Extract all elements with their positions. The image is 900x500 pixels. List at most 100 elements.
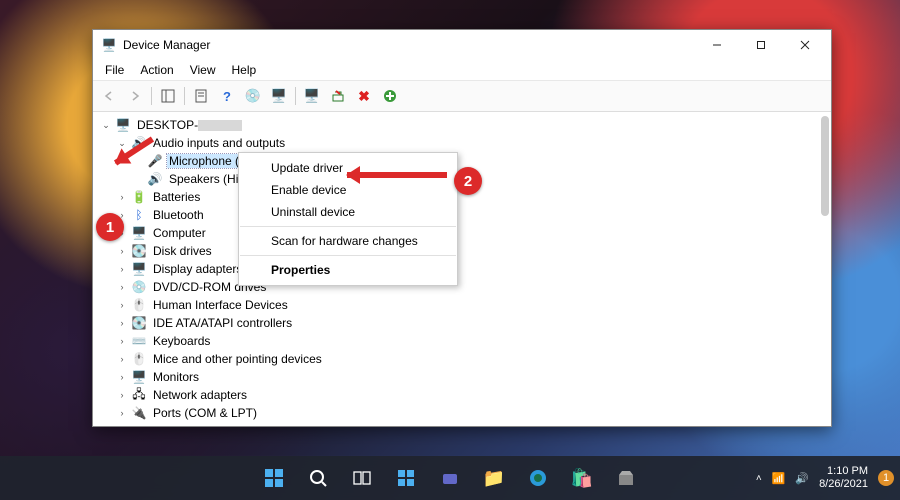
show-hide-tree-button[interactable] — [156, 84, 180, 108]
expand-icon[interactable]: › — [115, 298, 129, 312]
microphone-icon: 🎤 — [147, 153, 163, 169]
mouse-icon: 🖱️ — [131, 351, 147, 367]
tree-category-monitors[interactable]: ›🖥️Monitors — [99, 368, 831, 386]
properties-button[interactable] — [189, 84, 213, 108]
enable-device-button[interactable]: 🖥️ — [300, 84, 324, 108]
back-button[interactable] — [97, 84, 121, 108]
add-legacy-button[interactable] — [378, 84, 402, 108]
expand-icon[interactable]: › — [115, 388, 129, 402]
task-view-button[interactable] — [342, 458, 382, 498]
tree-category-computer[interactable]: ›🖥️Computer — [99, 224, 831, 242]
scan-hardware-button[interactable]: 🖥️ — [267, 84, 291, 108]
tree-category-ports[interactable]: ›🔌Ports (COM & LPT) — [99, 404, 831, 422]
toolbar-separator — [151, 87, 152, 105]
category-label: Network adapters — [151, 388, 249, 402]
update-driver-button[interactable]: 💿 — [241, 84, 265, 108]
volume-icon[interactable]: 🔊 — [795, 472, 809, 485]
expand-icon[interactable]: › — [115, 406, 129, 420]
ctx-separator — [240, 255, 456, 256]
device-manager-window: 🖥️ Device Manager File Action View Help … — [92, 29, 832, 427]
notification-badge[interactable]: 1 — [878, 470, 894, 486]
system-tray[interactable]: ˄ 📶 🔊 1:10 PM 8/26/2021 1 — [756, 456, 894, 500]
clock-time: 1:10 PM — [819, 465, 868, 478]
help-button[interactable]: ? — [215, 84, 239, 108]
collapse-icon[interactable]: ⌄ — [99, 118, 113, 132]
category-label: Computer — [151, 226, 208, 240]
root-text: DESKTOP- — [137, 118, 198, 132]
close-button[interactable] — [783, 30, 827, 60]
tree-category-display[interactable]: ›🖥️Display adapters — [99, 260, 831, 278]
uninstall-device-button[interactable] — [326, 84, 350, 108]
ports-icon: 🔌 — [131, 405, 147, 421]
annotation-callout-1: 1 — [96, 213, 124, 241]
category-label: Batteries — [151, 190, 202, 204]
tree-category-audio[interactable]: ⌄🔊Audio inputs and outputs — [99, 134, 831, 152]
clock[interactable]: 1:10 PM 8/26/2021 — [819, 465, 868, 490]
toolbar-separator — [184, 87, 185, 105]
expand-icon[interactable]: › — [115, 244, 129, 258]
desktop-wallpaper: 🖥️ Device Manager File Action View Help … — [0, 0, 900, 500]
ctx-uninstall-device[interactable]: Uninstall device — [239, 201, 457, 223]
pinned-app-button[interactable] — [606, 458, 646, 498]
annotation-arrow-2 — [347, 172, 447, 178]
tray-chevron-icon[interactable]: ˄ — [756, 473, 762, 484]
computer-icon: 🖥️ — [131, 225, 147, 241]
taskbar[interactable]: 📁 🛍️ ˄ 📶 🔊 1:10 PM 8/26/2021 1 — [0, 456, 900, 500]
expand-icon[interactable]: › — [115, 262, 129, 276]
search-button[interactable] — [298, 458, 338, 498]
menu-bar: File Action View Help — [93, 60, 831, 81]
file-explorer-button[interactable]: 📁 — [474, 458, 514, 498]
ctx-scan-hardware[interactable]: Scan for hardware changes — [239, 230, 457, 252]
category-label: Bluetooth — [151, 208, 206, 222]
tree-category-hid[interactable]: ›🖱️Human Interface Devices — [99, 296, 831, 314]
expand-icon[interactable]: › — [115, 334, 129, 348]
keyboard-icon: ⌨️ — [131, 333, 147, 349]
display-adapter-icon: 🖥️ — [131, 261, 147, 277]
tree-root[interactable]: ⌄🖥️ DESKTOP- — [99, 116, 831, 134]
tree-category-dvd[interactable]: ›💿DVD/CD-ROM drives — [99, 278, 831, 296]
title-bar[interactable]: 🖥️ Device Manager — [93, 30, 831, 60]
menu-help[interactable]: Help — [224, 62, 265, 78]
forward-button[interactable] — [123, 84, 147, 108]
menu-view[interactable]: View — [182, 62, 224, 78]
tree-category-mice[interactable]: ›🖱️ Mice and other pointing devices — [99, 350, 831, 368]
tree-category-network[interactable]: ›🖧 Network adapters — [99, 386, 831, 404]
collapse-icon[interactable]: ⌄ — [115, 136, 129, 150]
speaker-icon: 🔊 — [147, 171, 163, 187]
window-title: Device Manager — [123, 38, 695, 52]
expand-icon[interactable]: › — [115, 370, 129, 384]
toolbar: ? 💿 🖥️ 🖥️ ✖ — [93, 81, 831, 112]
network-icon: 🖧 — [131, 387, 147, 403]
start-button[interactable] — [254, 458, 294, 498]
toolbar-separator — [295, 87, 296, 105]
expand-icon[interactable]: › — [115, 352, 129, 366]
redacted-text — [198, 120, 242, 131]
category-label: Mice and other pointing devices — [151, 352, 324, 366]
menu-action[interactable]: Action — [132, 62, 181, 78]
hid-icon: 🖱️ — [131, 297, 147, 313]
taskbar-center: 📁 🛍️ — [254, 456, 646, 500]
root-label: DESKTOP- — [135, 118, 244, 132]
ide-icon: 💽 — [131, 315, 147, 331]
disable-device-button[interactable]: ✖ — [352, 84, 376, 108]
tree-category-ide[interactable]: ›💽IDE ATA/ATAPI controllers — [99, 314, 831, 332]
expand-icon[interactable]: › — [115, 280, 129, 294]
minimize-button[interactable] — [695, 30, 739, 60]
tree-category-bluetooth[interactable]: ›ᛒBluetooth — [99, 206, 831, 224]
category-label: Monitors — [151, 370, 201, 384]
widgets-button[interactable] — [386, 458, 426, 498]
edge-button[interactable] — [518, 458, 558, 498]
tree-category-keyboards[interactable]: ›⌨️Keyboards — [99, 332, 831, 350]
store-button[interactable]: 🛍️ — [562, 458, 602, 498]
tree-category-disk[interactable]: ›💽Disk drives — [99, 242, 831, 260]
dvd-icon: 💿 — [131, 279, 147, 295]
wifi-icon[interactable]: 📶 — [772, 472, 786, 485]
computer-icon: 🖥️ — [115, 117, 131, 133]
maximize-button[interactable] — [739, 30, 783, 60]
expand-icon[interactable]: › — [115, 316, 129, 330]
device-label: Speakers (Hig — [167, 172, 247, 186]
menu-file[interactable]: File — [97, 62, 132, 78]
expand-icon[interactable]: › — [115, 190, 129, 204]
ctx-properties[interactable]: Properties — [239, 259, 457, 281]
teams-button[interactable] — [430, 458, 470, 498]
